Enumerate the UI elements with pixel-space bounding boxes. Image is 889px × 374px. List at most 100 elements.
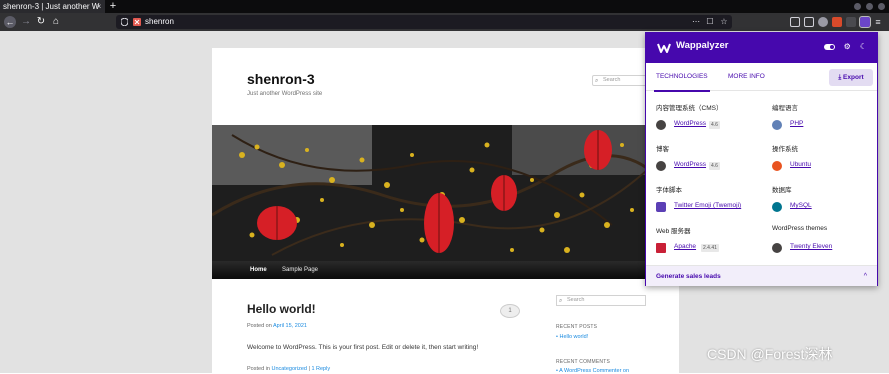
forward-arrow-icon[interactable]: →: [20, 16, 32, 28]
recent-posts-heading: RECENT POSTS: [556, 324, 598, 330]
maximize-icon[interactable]: [866, 3, 873, 10]
extension-icon[interactable]: [846, 17, 856, 27]
category-programming-language: 编程语言 PHP: [772, 102, 882, 132]
technology-name: WordPress: [674, 161, 707, 168]
post-footer: Posted in Uncategorized | 1 Reply: [247, 366, 330, 372]
site-title[interactable]: shenron-3: [247, 71, 315, 87]
wordpress-page: shenron-3 Just another WordPress site ⌕ …: [212, 48, 679, 374]
settings-gear-icon[interactable]: ⚙: [844, 43, 851, 51]
technology-item[interactable]: MySQL: [772, 200, 882, 214]
back-arrow-icon[interactable]: ←: [4, 16, 16, 28]
pocket-icon[interactable]: ☐: [706, 18, 714, 26]
wappalyzer-tabs: TECHNOLOGIES MORE INFO ⤓ Export: [646, 63, 877, 92]
category-name: 编程语言: [772, 105, 798, 112]
wappalyzer-extension-icon[interactable]: [859, 16, 871, 28]
technology-item[interactable]: Ubuntu: [772, 159, 882, 173]
category-name: 数据库: [772, 187, 792, 194]
site-description: Just another WordPress site: [247, 91, 323, 97]
posted-on-label: Posted on: [247, 323, 272, 329]
search-icon: ⌕: [559, 298, 563, 304]
wappalyzer-title: Wappalyzer: [676, 40, 729, 51]
reply-link[interactable]: 1 Reply: [311, 366, 330, 372]
sales-leads-bar[interactable]: Generate sales leads ^: [646, 265, 877, 286]
twemoji-icon: [656, 202, 666, 212]
post-body: Welcome to WordPress. This is your first…: [247, 344, 479, 351]
header-banner-image: [212, 125, 679, 261]
tab-technologies[interactable]: TECHNOLOGIES: [654, 63, 710, 92]
category-name: 博客: [656, 146, 669, 153]
technology-item[interactable]: Twenty Eleven: [772, 241, 882, 255]
posted-in-label: Posted in: [247, 366, 270, 372]
ubuntu-icon: [772, 161, 782, 171]
category-operating-system: 操作系统 Ubuntu: [772, 143, 882, 173]
technology-item[interactable]: Twitter Emoji (Twemoji): [656, 200, 766, 214]
close-window-icon[interactable]: [878, 3, 885, 10]
technology-name: Ubuntu: [790, 161, 811, 168]
search-icon: ⌕: [595, 78, 599, 84]
account-icon[interactable]: [818, 17, 828, 27]
enable-toggle[interactable]: [823, 44, 835, 50]
sales-leads-label: Generate sales leads: [656, 273, 721, 280]
category-blog: 博客 WordPress 4.6: [656, 143, 766, 173]
category-wordpress-themes: WordPress themes Twenty Eleven: [772, 225, 882, 255]
mysql-icon: [772, 202, 782, 212]
wordpress-icon: [656, 161, 666, 171]
header-search-placeholder: Search: [603, 77, 621, 83]
technology-name: MySQL: [790, 202, 812, 209]
page-actions-icon[interactable]: ⋯: [692, 18, 700, 26]
technology-name: Twenty Eleven: [790, 243, 833, 250]
url-bar[interactable]: shenron ⋯ ☐ ☆: [116, 15, 732, 29]
technology-item[interactable]: WordPress 4.6: [656, 118, 766, 132]
technology-item[interactable]: Apache 2.4.41: [656, 241, 766, 255]
bookmark-star-icon[interactable]: ☆: [720, 18, 728, 26]
recent-comment-link[interactable]: • A WordPress Commenter on: [556, 368, 629, 374]
theme-moon-icon[interactable]: ☾: [860, 43, 867, 51]
menu-icon[interactable]: ≡: [874, 17, 882, 27]
sidebar-icon[interactable]: [804, 17, 814, 27]
category-font-scripts: 字体脚本 Twitter Emoji (Twemoji): [656, 184, 766, 214]
browser-tab[interactable]: shenron-3 | Just another W: [0, 0, 105, 13]
page-favicon-icon: [133, 18, 141, 26]
wappalyzer-header: Wappalyzer ⚙ ☾: [646, 33, 877, 63]
wordpress-icon: [656, 120, 666, 130]
new-tab-button[interactable]: +: [108, 0, 118, 13]
technology-name: Apache: [674, 243, 697, 250]
close-tab-icon[interactable]: ×: [94, 0, 104, 13]
post-title[interactable]: Hello world!: [247, 302, 316, 316]
technology-item[interactable]: WordPress 4.6: [656, 159, 766, 173]
recent-comments-heading: RECENT COMMENTS: [556, 359, 611, 365]
category-cms: 内容管理系统（CMS） WordPress 4.6: [656, 102, 766, 132]
sidebar-search-input[interactable]: ⌕ Search: [556, 295, 646, 306]
version-badge: 4.6: [709, 121, 720, 129]
reload-icon[interactable]: ↻: [35, 16, 47, 28]
menu-item-sample-page[interactable]: Sample Page: [282, 261, 318, 279]
nav-toolbar: ← → ↻ ⌂ shenron ⋯ ☐ ☆ ≡: [0, 13, 889, 31]
technology-item[interactable]: PHP: [772, 118, 882, 132]
category-name: 操作系统: [772, 146, 798, 153]
recent-post-title: Hello world!: [559, 334, 589, 340]
sidebar-search-placeholder: Search: [567, 297, 585, 303]
category-name: 内容管理系统（CMS）: [656, 105, 723, 112]
home-icon[interactable]: ⌂: [50, 16, 62, 28]
extension-fox-icon[interactable]: [832, 17, 842, 27]
chevron-up-icon[interactable]: ^: [864, 266, 867, 287]
watermark: CSDN @Forest深林: [707, 346, 833, 362]
header-search-input[interactable]: ⌕ Search: [592, 75, 648, 86]
minimize-icon[interactable]: [854, 3, 861, 10]
library-icon[interactable]: [790, 17, 800, 27]
category-link[interactable]: Uncategorized: [271, 366, 306, 372]
wordpress-icon: [772, 243, 782, 253]
php-icon: [772, 120, 782, 130]
wappalyzer-logo-icon: [657, 43, 671, 53]
post-date-link[interactable]: April 15, 2021: [273, 323, 307, 329]
technology-name: Twitter Emoji (Twemoji): [674, 202, 742, 209]
tab-more-info[interactable]: MORE INFO: [728, 63, 765, 91]
menu-item-home[interactable]: Home: [250, 261, 267, 279]
url-text: shenron: [145, 17, 174, 26]
shield-icon[interactable]: [121, 18, 128, 26]
recent-post-link[interactable]: • Hello world!: [556, 334, 588, 340]
apache-icon: [656, 243, 666, 253]
category-name: WordPress themes: [772, 225, 828, 232]
comment-count-bubble[interactable]: 1: [500, 304, 520, 318]
export-button[interactable]: ⤓ Export: [829, 69, 873, 86]
